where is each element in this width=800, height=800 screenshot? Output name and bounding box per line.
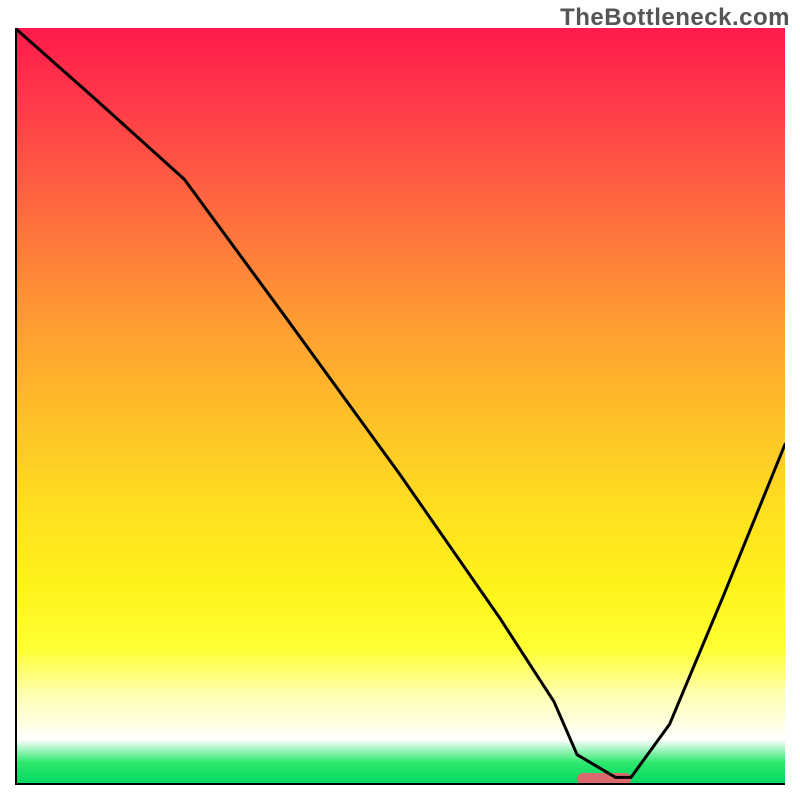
- plot-area: [15, 28, 785, 785]
- bottleneck-curve: [15, 28, 785, 785]
- bottleneck-chart: TheBottleneck.com: [0, 0, 800, 800]
- x-axis: [15, 783, 785, 785]
- watermark-text: TheBottleneck.com: [560, 4, 790, 32]
- y-axis: [15, 28, 17, 785]
